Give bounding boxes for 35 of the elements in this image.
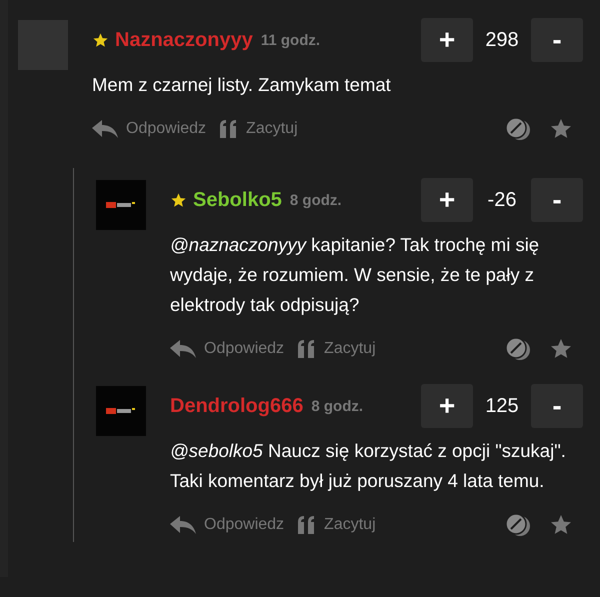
- avatar[interactable]: [96, 180, 146, 230]
- upvote-button[interactable]: +: [421, 18, 473, 62]
- quote-link[interactable]: Zacytuj: [220, 120, 298, 138]
- username[interactable]: Naznaczonyyy: [115, 28, 253, 52]
- downvote-button[interactable]: -: [531, 18, 583, 62]
- reply-link[interactable]: Odpowiedz: [170, 515, 284, 535]
- reply-icon: [170, 339, 196, 359]
- vote-count: 125: [484, 394, 520, 418]
- compass-icon[interactable]: [505, 513, 531, 537]
- reply-icon: [170, 515, 196, 535]
- quote-link[interactable]: Zacytuj: [298, 340, 376, 358]
- reply-icon: [92, 119, 118, 139]
- reply-link[interactable]: Odpowiedz: [92, 119, 206, 139]
- username[interactable]: Sebolko5: [193, 188, 282, 212]
- quote-icon: [298, 516, 316, 534]
- timestamp: 8 godz.: [311, 398, 364, 414]
- downvote-button[interactable]: -: [531, 384, 583, 428]
- vote-count: -26: [486, 188, 518, 212]
- avatar[interactable]: [96, 386, 146, 436]
- comment-text: @naznaczonyyy kapitanie? Tak trochę mi się wydaje, że rozumiem. W sensie, że te pały z elektrody tak odpisują?: [170, 233, 540, 317]
- comment-text: @sebolko5 Naucz się korzystać z opcji "szukaj". Taki komentarz był już poruszany 4 lata temu.: [170, 439, 567, 493]
- reply-link[interactable]: Odpowiedz: [170, 339, 284, 359]
- upvote-button[interactable]: +: [421, 178, 473, 222]
- vote-count: 298: [484, 28, 520, 52]
- quote-icon: [220, 120, 238, 138]
- timestamp: 8 godz.: [290, 192, 342, 208]
- downvote-button[interactable]: -: [531, 178, 583, 222]
- compass-icon[interactable]: [505, 117, 531, 141]
- quote-icon: [298, 340, 316, 358]
- comment-text: Mem z czarnej listy. Zamykam temat: [92, 73, 392, 97]
- compass-icon[interactable]: [505, 337, 531, 361]
- username[interactable]: Dendrolog666: [170, 394, 304, 418]
- timestamp: 11 godz.: [260, 32, 320, 48]
- upvote-button[interactable]: +: [421, 384, 473, 428]
- quote-link[interactable]: Zacytuj: [298, 516, 376, 534]
